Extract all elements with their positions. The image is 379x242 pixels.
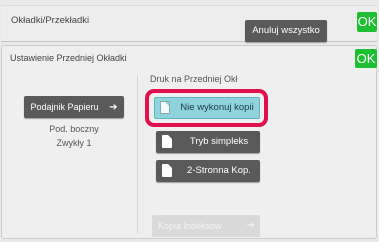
panel-title: Ustawienie Przedniej Okładki	[10, 53, 127, 63]
selection-highlight-ring	[145, 89, 268, 127]
option-duplex-label: 2-Stronna Kop.	[187, 165, 251, 176]
paper-tray-button[interactable]: Podajnik Papieru ➔	[24, 96, 124, 118]
page-title: Okładki/Przekładki	[11, 15, 90, 26]
simplex-page-icon	[162, 135, 172, 148]
option-simplex[interactable]: Tryb simpleks	[156, 131, 260, 153]
option-duplex[interactable]: 2-Stronna Kop.	[156, 160, 260, 182]
index-copy-button[interactable]: Kopia Indeksów ➔	[152, 215, 260, 237]
paper-type: Zwykły 1	[56, 138, 92, 148]
arrow-right-icon: ➔	[246, 220, 255, 231]
tray-name: Pod. boczny	[49, 124, 99, 134]
column-divider	[137, 75, 138, 233]
ok-button-panel[interactable]: OK	[355, 49, 377, 68]
paper-tray-button-label: Podajnik Papieru	[30, 102, 99, 112]
index-copy-label: Kopia Indeksów	[158, 221, 222, 231]
duplex-page-icon	[162, 164, 172, 177]
arrow-right-icon: ➔	[109, 102, 118, 113]
option-simplex-label: Tryb simpleks	[189, 136, 249, 147]
ok-button-main[interactable]: OK	[357, 12, 377, 32]
cancel-all-button[interactable]: Anuluj wszystko	[245, 20, 327, 42]
print-section-label: Druk na Przedniej Okł	[150, 74, 238, 84]
screen: Okładki/Przekładki Anuluj wszystko OK Us…	[0, 0, 379, 242]
